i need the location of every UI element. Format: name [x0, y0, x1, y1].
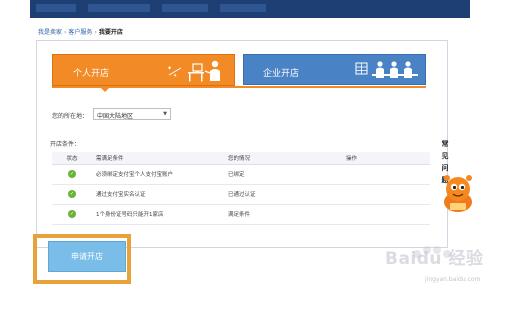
column-header-status: 状态	[52, 152, 92, 165]
tab-personal-shop[interactable]: 个人开店 ✦ ✦	[52, 54, 235, 86]
location-select[interactable]: 中国大陆地区 ▼	[93, 108, 171, 120]
check-icon: ✓	[68, 170, 76, 178]
top-navigation-bar	[30, 0, 470, 18]
svg-text:✦: ✦	[173, 73, 177, 79]
conditions-label: 开店条件：	[50, 141, 81, 148]
nav-item[interactable]	[220, 4, 266, 12]
condition-cell: 必须绑定支付宝个人支付宝账户	[92, 164, 224, 185]
column-header-situation: 您的情况	[224, 152, 342, 165]
breadcrumb-section-link[interactable]: 客户服务	[68, 29, 92, 36]
tab-business-label: 企业开店	[263, 69, 300, 79]
table-header-row: 状态 需满足条件 您的情况 操作	[52, 152, 430, 165]
breadcrumb-separator: ›	[64, 29, 67, 36]
watermark-text: Baidu 经验	[385, 249, 484, 269]
breadcrumb-home-link[interactable]: 我是卖家	[38, 29, 62, 36]
svg-text:✦: ✦	[167, 65, 172, 72]
condition-cell: 1个身份证号码只能开1家店	[92, 204, 224, 225]
column-header-action: 操作	[342, 152, 430, 165]
status-cell: ✓	[52, 164, 92, 185]
nav-item[interactable]	[88, 4, 150, 12]
chevron-down-icon: ▼	[163, 111, 167, 117]
breadcrumb-separator: ›	[94, 29, 97, 36]
table-row: ✓ 通过支付宝实名认证 已通过认证	[52, 184, 430, 205]
location-label: 您的所在地：	[52, 113, 89, 120]
situation-cell: 已绑定	[224, 164, 342, 185]
active-tab-pointer	[99, 86, 111, 92]
situation-cell: 满足条件	[224, 204, 342, 225]
person-at-computer-icon: ✦ ✦	[167, 60, 220, 82]
location-select-value: 中国大陆地区	[97, 113, 134, 120]
watermark-url: jingyan.baidu.com	[425, 276, 481, 283]
business-meeting-icon	[355, 61, 418, 78]
check-icon: ✓	[68, 210, 76, 218]
situation-cell: 已通过认证	[224, 184, 342, 205]
column-header-condition: 需满足条件	[92, 152, 224, 165]
condition-cell: 通过支付宝实名认证	[92, 184, 224, 205]
action-cell	[342, 204, 430, 225]
table-row: ✓ 必须绑定支付宝个人支付宝账户 已绑定	[52, 164, 430, 185]
action-cell	[342, 184, 430, 205]
status-cell: ✓	[52, 204, 92, 225]
breadcrumb: 我是卖家 › 客户服务 › 我要开店	[38, 27, 123, 36]
conditions-table: 状态 需满足条件 您的情况 操作 ✓ 必须绑定支付宝个人支付宝账户 已绑定 ✓ …	[52, 152, 430, 225]
mascot-icon	[444, 175, 472, 212]
status-cell: ✓	[52, 184, 92, 205]
tab-business-shop[interactable]: 企业开店	[243, 54, 426, 85]
tab-personal-label: 个人开店	[73, 69, 110, 79]
nav-item[interactable]	[36, 4, 76, 12]
breadcrumb-current: 我要开店	[98, 29, 123, 36]
action-cell	[342, 164, 430, 185]
table-row: ✓ 1个身份证号码只能开1家店 满足条件	[52, 204, 430, 225]
nav-item[interactable]	[162, 4, 208, 12]
apply-open-shop-button[interactable]: 申请开店	[48, 241, 126, 272]
check-icon: ✓	[68, 190, 76, 198]
